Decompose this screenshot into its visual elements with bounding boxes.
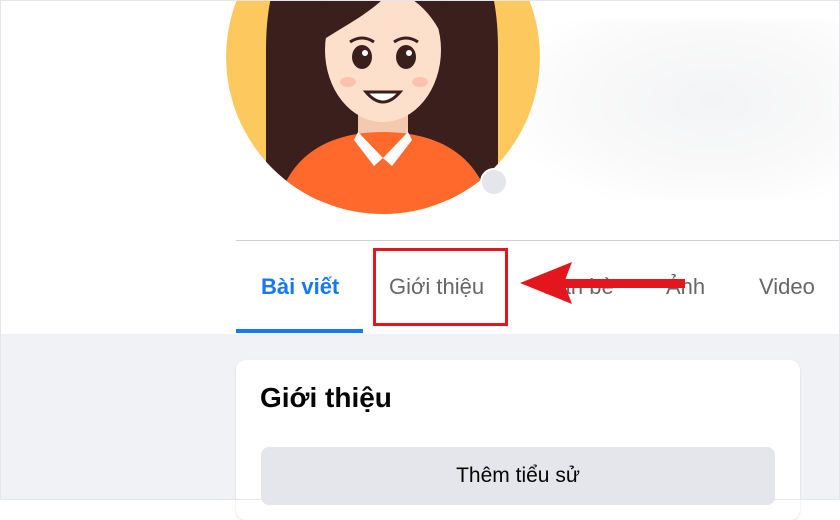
intro-card: Giới thiệu Thêm tiểu sử — [236, 360, 800, 520]
annotation-arrow-icon — [520, 262, 685, 304]
tab-posts[interactable]: Bài viết — [261, 241, 339, 333]
add-bio-button[interactable]: Thêm tiểu sử — [261, 447, 775, 505]
tab-videos[interactable]: Video — [759, 241, 815, 333]
camera-icon[interactable] — [480, 168, 508, 196]
intro-card-title: Giới thiệu — [260, 382, 392, 413]
cover-photo-area — [520, 20, 840, 200]
active-tab-indicator — [236, 329, 363, 333]
tab-about[interactable]: Giới thiệu — [389, 241, 484, 333]
